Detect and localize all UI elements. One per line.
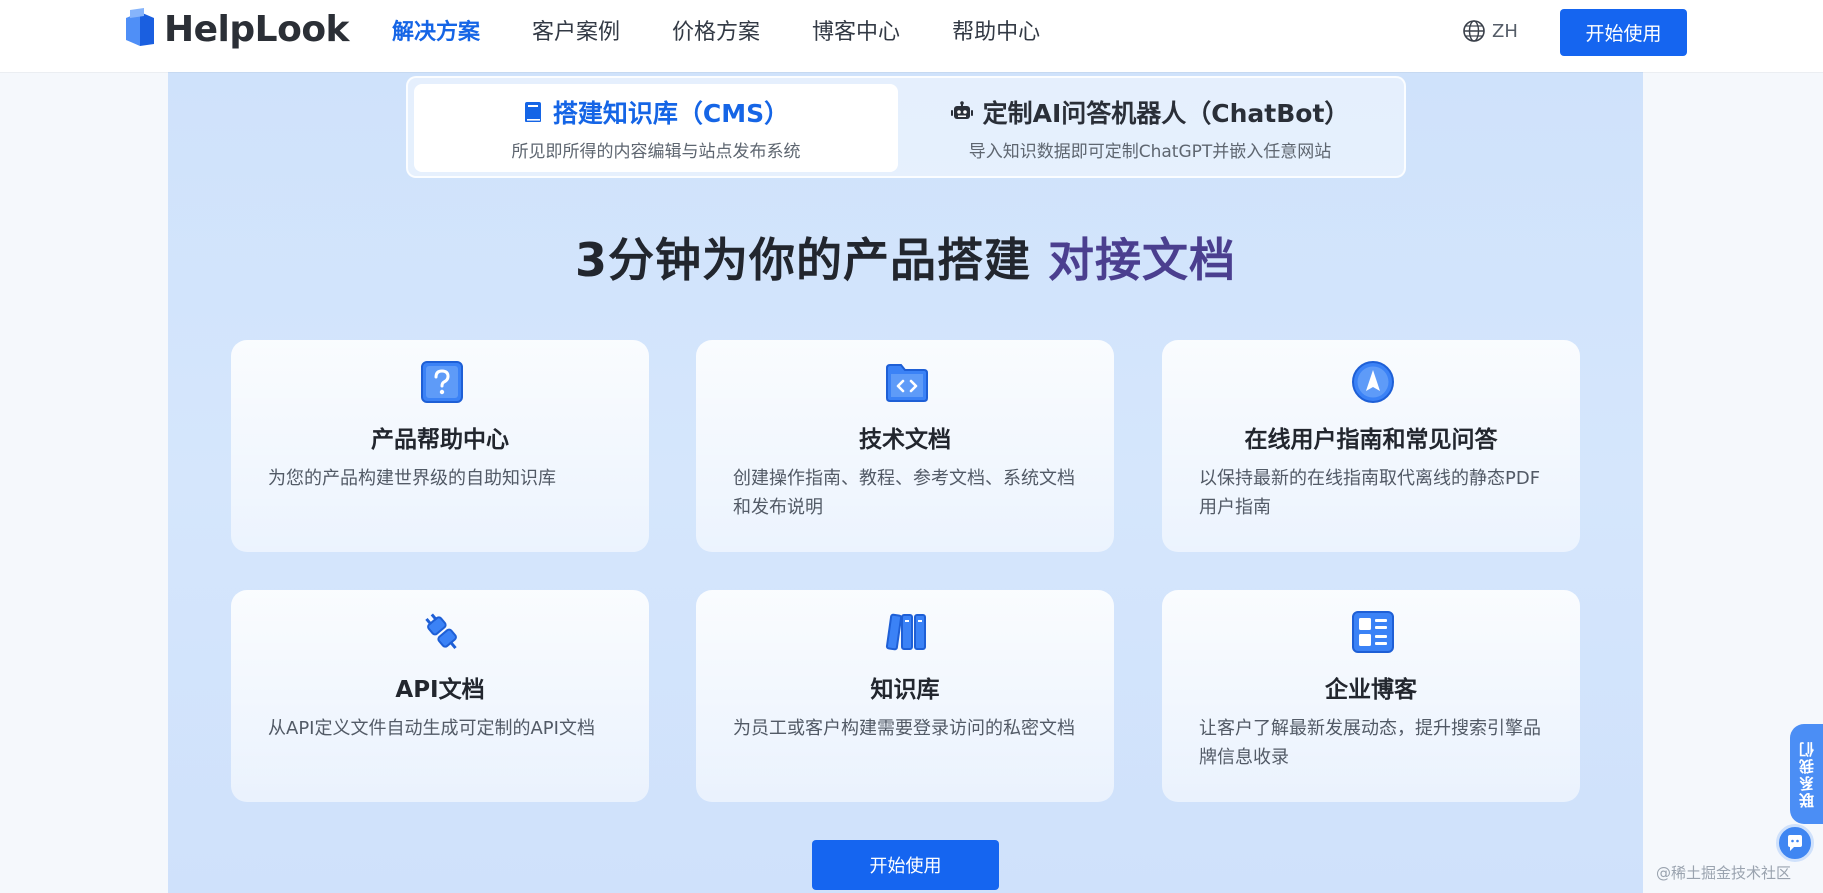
language-label: ZH [1492, 20, 1518, 42]
card-title: 知识库 [870, 677, 940, 703]
section-get-started-button[interactable]: 开始使用 [812, 840, 999, 890]
card-desc: 从API定义文件自动生成可定制的API文档 [268, 718, 595, 739]
tab-chatbot-title-row: 定制AI问答机器人（ChatBot） [950, 95, 1350, 129]
card-knowledge-base[interactable]: 知识库 为员工或客户构建需要登录访问的私密文档 [696, 590, 1114, 802]
section-headline: 3分钟为你的产品搭建 对接文档 [168, 224, 1643, 290]
contact-us-label: 联系我们 [1798, 740, 1816, 808]
card-title: 产品帮助中心 [371, 427, 509, 453]
nav-item-solutions[interactable]: 解决方案 [392, 14, 480, 52]
brand-name: HelpLook [164, 8, 350, 50]
solutions-section: 搭建知识库（CMS） 所见即所得的内容编辑与站点发布系统 定制AI问答机器人（C… [168, 72, 1643, 893]
tab-chatbot-title: 定制AI问答机器人（ChatBot） [982, 98, 1350, 128]
chat-float-button[interactable] [1776, 824, 1814, 862]
layout-icon [1352, 611, 1394, 653]
chat-bubble-icon [1788, 835, 1802, 851]
card-desc: 让客户了解最新发展动态，提升搜索引擎品牌信息收录 [1199, 718, 1541, 768]
card-title: API文档 [395, 677, 485, 703]
card-desc: 为您的产品构建世界级的自助知识库 [268, 468, 556, 489]
plug-icon [425, 613, 457, 650]
nav-item-help[interactable]: 帮助中心 [952, 14, 1040, 52]
tab-cms[interactable]: 搭建知识库（CMS） 所见即所得的内容编辑与站点发布系统 [414, 84, 898, 172]
card-title: 企业博客 [1325, 677, 1417, 703]
contact-us-float[interactable]: 联系我们 [1790, 724, 1823, 824]
top-header: HelpLook 解决方案 客户案例 价格方案 博客中心 帮助中心 ZH 开始使… [0, 0, 1823, 72]
card-desc: 以保持最新的在线指南取代离线的静态PDF用户指南 [1199, 468, 1541, 518]
watermark: @稀土掘金技术社区 [1656, 864, 1792, 882]
code-folder-icon [886, 364, 928, 402]
tab-chatbot[interactable]: 定制AI问答机器人（ChatBot） 导入知识数据即可定制ChatGPT并嵌入任… [908, 84, 1392, 172]
card-help-center[interactable]: 产品帮助中心 为您的产品构建世界级的自助知识库 [231, 340, 649, 552]
logo-mark-icon [126, 8, 154, 46]
main-nav: 解决方案 客户案例 价格方案 博客中心 帮助中心 [392, 14, 1040, 52]
card-title: 技术文档 [859, 427, 951, 453]
tab-chatbot-subtitle: 导入知识数据即可定制ChatGPT并嵌入任意网站 [968, 141, 1332, 162]
tab-cms-title: 搭建知识库（CMS） [552, 98, 790, 128]
tab-cms-title-row: 搭建知识库（CMS） [523, 95, 789, 129]
card-enterprise-blog[interactable]: 企业博客 让客户了解最新发展动态，提升搜索引擎品牌信息收录 [1162, 590, 1580, 802]
tab-cms-subtitle: 所见即所得的内容编辑与站点发布系统 [511, 141, 801, 162]
headline-main: 3分钟为你的产品搭建 [574, 233, 1049, 287]
nav-item-pricing[interactable]: 价格方案 [672, 14, 760, 52]
headline-accent: 对接文档 [1048, 233, 1237, 287]
book-icon [524, 101, 541, 122]
card-user-guide[interactable]: 在线用户指南和常见问答 以保持最新的在线指南取代离线的静态PDF用户指南 [1162, 340, 1580, 552]
card-tech-docs[interactable]: 技术文档 创建操作指南、教程、参考文档、系统文档和发布说明 [696, 340, 1114, 552]
card-desc: 创建操作指南、教程、参考文档、系统文档和发布说明 [733, 468, 1075, 518]
nav-item-blog[interactable]: 博客中心 [812, 14, 900, 52]
library-icon [885, 613, 926, 651]
brand-logo[interactable]: HelpLook [124, 6, 350, 52]
card-title: 在线用户指南和常见问答 [1244, 427, 1498, 453]
compass-icon [1352, 361, 1394, 403]
product-tabs: 搭建知识库（CMS） 所见即所得的内容编辑与站点发布系统 定制AI问答机器人（C… [406, 76, 1406, 178]
question-icon [421, 361, 463, 403]
header-get-started-button[interactable]: 开始使用 [1560, 9, 1687, 56]
language-switcher[interactable]: ZH [1462, 16, 1518, 46]
card-api-docs[interactable]: API文档 从API定义文件自动生成可定制的API文档 [231, 590, 649, 802]
card-desc: 为员工或客户构建需要登录访问的私密文档 [733, 718, 1075, 739]
globe-icon [1463, 20, 1485, 42]
nav-item-cases[interactable]: 客户案例 [532, 14, 620, 52]
robot-icon [950, 100, 973, 119]
